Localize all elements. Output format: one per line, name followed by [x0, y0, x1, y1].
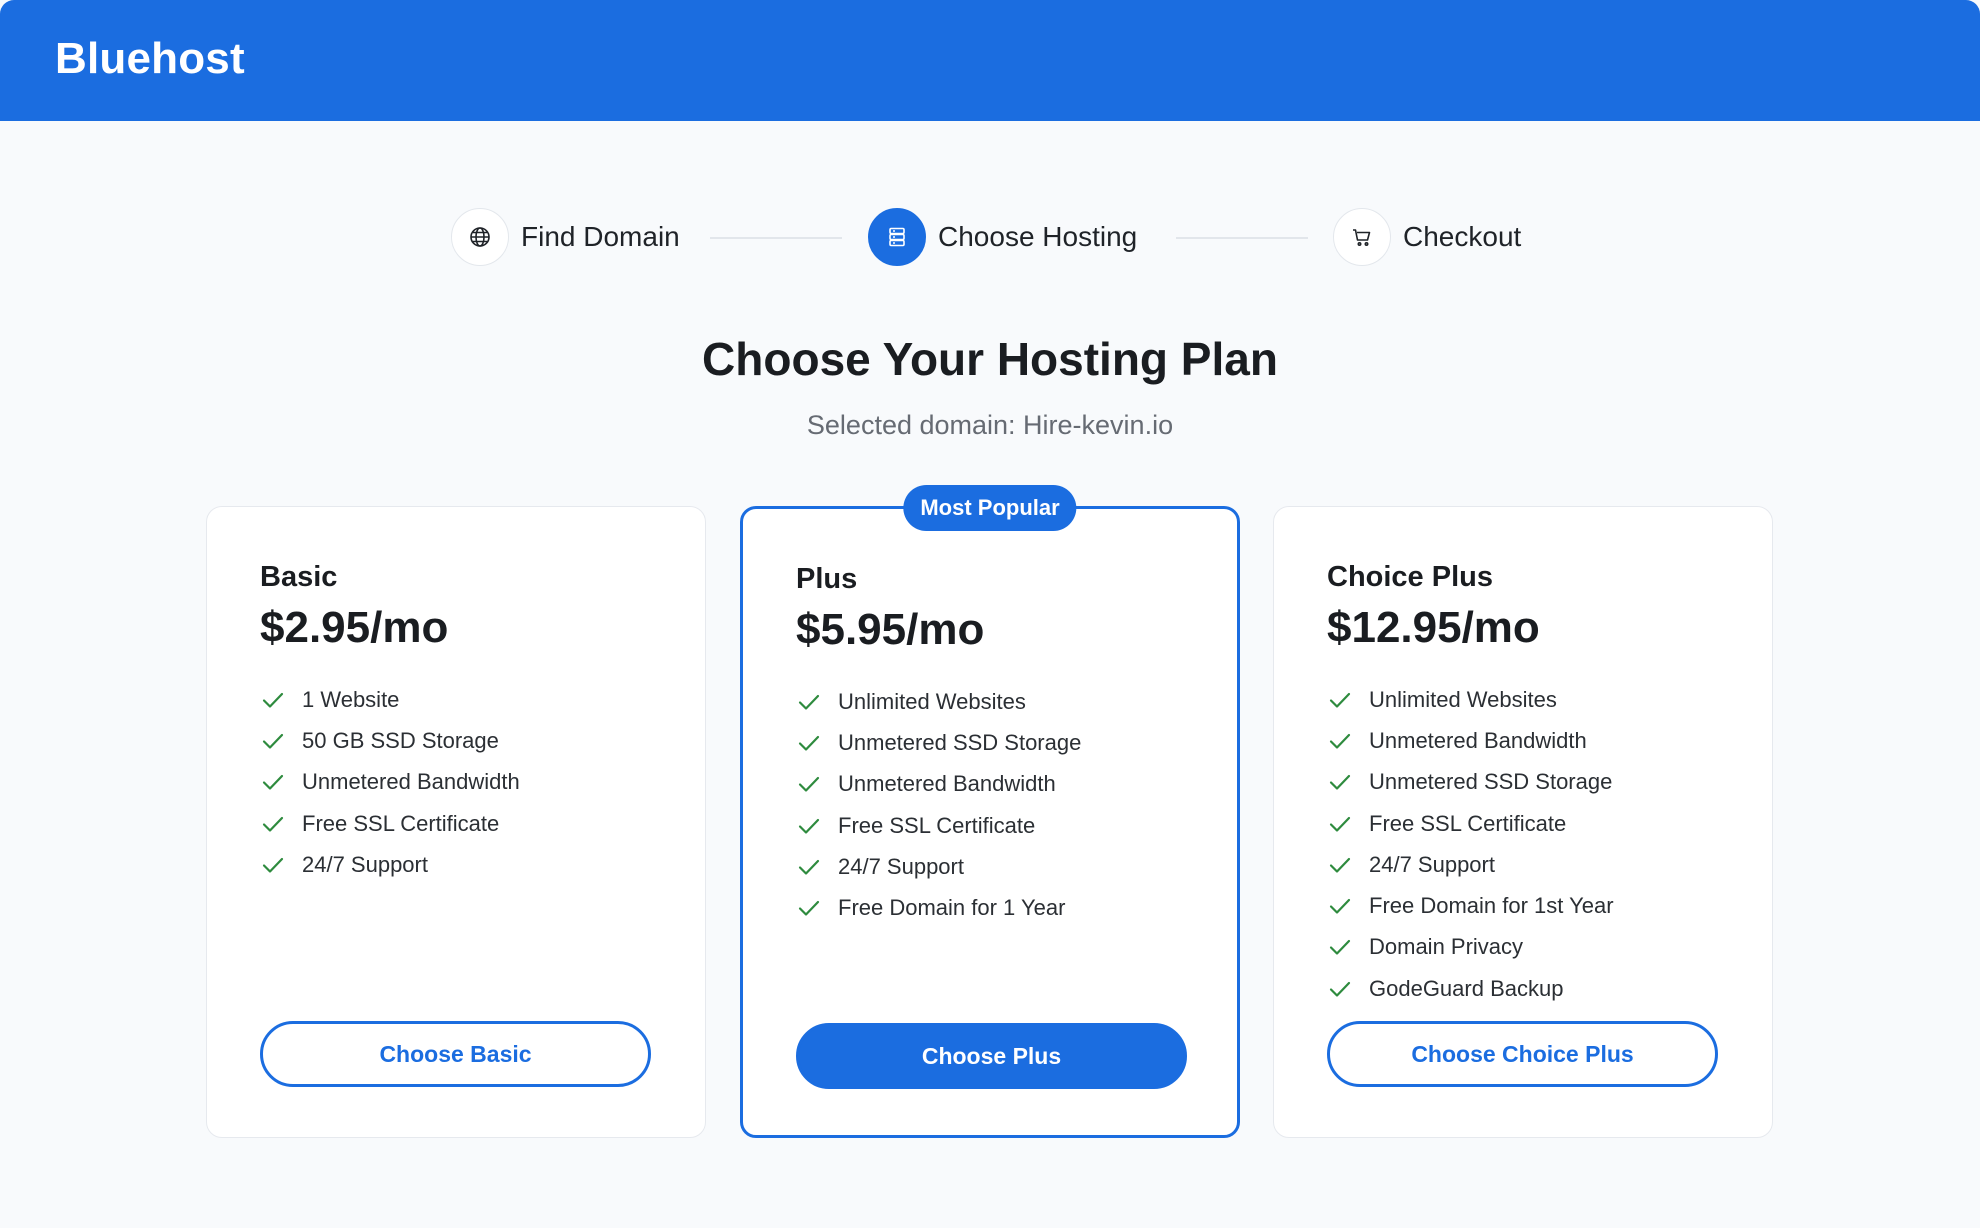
feature-label: Free SSL Certificate	[1369, 810, 1567, 836]
check-icon	[1329, 775, 1351, 790]
plan-name: Basic	[260, 561, 338, 593]
feature-item: Unmetered Bandwidth	[260, 762, 520, 803]
feature-item: 1 Website	[260, 679, 520, 720]
feature-item: GodeGuard Backup	[1327, 968, 1614, 1009]
check-icon	[1329, 940, 1351, 956]
feature-label: 50 GB SSD Storage	[302, 727, 499, 753]
feature-item: Domain Privacy	[1327, 927, 1614, 968]
check-icon	[1329, 981, 1351, 997]
choose-basic-button[interactable]: Choose Basic	[260, 1021, 651, 1087]
check-icon	[798, 777, 820, 792]
feature-label: 1 Website	[302, 686, 400, 712]
server-icon	[868, 208, 926, 266]
step-connector	[710, 237, 842, 239]
step-choose-hosting[interactable]: Choose Hosting	[868, 208, 1137, 266]
feature-item: 24/7 Support	[260, 844, 520, 885]
choose-plus-button[interactable]: Choose Plus	[796, 1023, 1187, 1089]
feature-item: Unlimited Websites	[796, 681, 1081, 722]
check-icon	[1329, 816, 1351, 832]
feature-label: Unlimited Websites	[838, 688, 1026, 714]
feature-list: 1 Website 50 GB SSD Storage Unmetered Band…	[260, 679, 520, 885]
feature-item: Free SSL Certificate	[796, 805, 1081, 846]
check-icon	[798, 901, 820, 916]
check-icon	[262, 816, 284, 832]
plan-card-plus: Most Popular Plus $5.95/mo Unlimited Web…	[740, 485, 1240, 1138]
plan-name: Plus	[796, 563, 858, 595]
plan-price: $12.95/mo	[1327, 603, 1540, 652]
step-label: Find Domain	[521, 221, 680, 252]
plan-price: $2.95/mo	[260, 603, 449, 652]
cart-icon	[1333, 208, 1391, 266]
feature-label: 24/7 Support	[302, 851, 428, 877]
feature-label: 24/7 Support	[1369, 851, 1495, 877]
check-icon	[262, 733, 284, 749]
feature-item: Unmetered Bandwidth	[796, 764, 1081, 805]
feature-item: 24/7 Support	[796, 846, 1081, 887]
feature-item: 50 GB SSD Storage	[260, 720, 520, 761]
check-icon	[1329, 857, 1351, 873]
most-popular-badge: Most Popular	[903, 485, 1077, 531]
feature-label: GodeGuard Backup	[1369, 975, 1564, 1001]
feature-item: Free Domain for 1 Year	[796, 887, 1081, 928]
feature-item: 24/7 Support	[1327, 844, 1614, 885]
choose-choice-plus-button[interactable]: Choose Choice Plus	[1327, 1021, 1718, 1087]
selected-domain-text: Selected domain: Hire-kevin.io	[806, 410, 1174, 440]
feature-label: Free SSL Certificate	[838, 812, 1036, 838]
plan-name: Choice Plus	[1327, 561, 1493, 593]
feature-label: Free Domain for 1 Year	[838, 895, 1066, 921]
plan-price: $5.95/mo	[796, 605, 985, 654]
check-icon	[1329, 899, 1351, 914]
brand-logo[interactable]: Bluehost	[55, 34, 245, 84]
check-icon	[1329, 692, 1351, 708]
feature-item: Unmetered Bandwidth	[1327, 720, 1614, 761]
feature-list: Unlimited Websites Unmetered SSD Storage U…	[796, 681, 1081, 929]
step-find-domain[interactable]: Find Domain	[451, 208, 680, 266]
feature-item: Unmetered SSD Storage	[796, 722, 1081, 763]
check-icon	[798, 694, 820, 710]
checkout-stepper: Find Domain Choose Hosting Checkout	[0, 208, 1980, 266]
step-checkout[interactable]: Checkout	[1333, 208, 1521, 266]
feature-label: Unmetered Bandwidth	[302, 769, 520, 795]
feature-label: Unlimited Websites	[1369, 686, 1557, 712]
check-icon	[262, 692, 284, 708]
feature-label: Unmetered Bandwidth	[838, 771, 1056, 797]
feature-item: Unmetered SSD Storage	[1327, 762, 1614, 803]
step-connector	[1176, 237, 1308, 239]
feature-list: Unlimited Websites Unmetered Bandwidth Unm…	[1327, 679, 1614, 1009]
check-icon	[798, 859, 820, 875]
plan-card-choice-plus: Choice Plus $12.95/mo Unlimited Websites…	[1273, 506, 1773, 1138]
check-icon	[798, 818, 820, 834]
feature-label: Unmetered SSD Storage	[1369, 769, 1613, 795]
plan-card-basic: Basic $2.95/mo 1 Website 50 GB SSD Storag…	[206, 506, 706, 1138]
feature-label: 24/7 Support	[838, 853, 964, 879]
page-title: Choose Your Hosting Plan	[702, 333, 1278, 385]
feature-label: Domain Privacy	[1369, 934, 1524, 960]
feature-item: Free SSL Certificate	[1327, 803, 1614, 844]
feature-item: Unlimited Websites	[1327, 679, 1614, 720]
feature-item: Free SSL Certificate	[260, 803, 520, 844]
check-icon	[262, 775, 284, 790]
top-bar: Bluehost	[0, 0, 1980, 121]
feature-label: Free SSL Certificate	[302, 810, 500, 836]
step-label: Checkout	[1403, 221, 1522, 252]
check-icon	[798, 735, 820, 751]
check-icon	[1329, 733, 1351, 749]
feature-label: Unmetered SSD Storage	[838, 729, 1082, 755]
globe-icon	[451, 208, 509, 266]
check-icon	[262, 857, 284, 873]
step-label: Choose Hosting	[938, 221, 1138, 252]
feature-label: Free Domain for 1st Year	[1369, 893, 1614, 919]
feature-item: Free Domain for 1st Year	[1327, 885, 1614, 926]
feature-label: Unmetered Bandwidth	[1369, 727, 1587, 753]
